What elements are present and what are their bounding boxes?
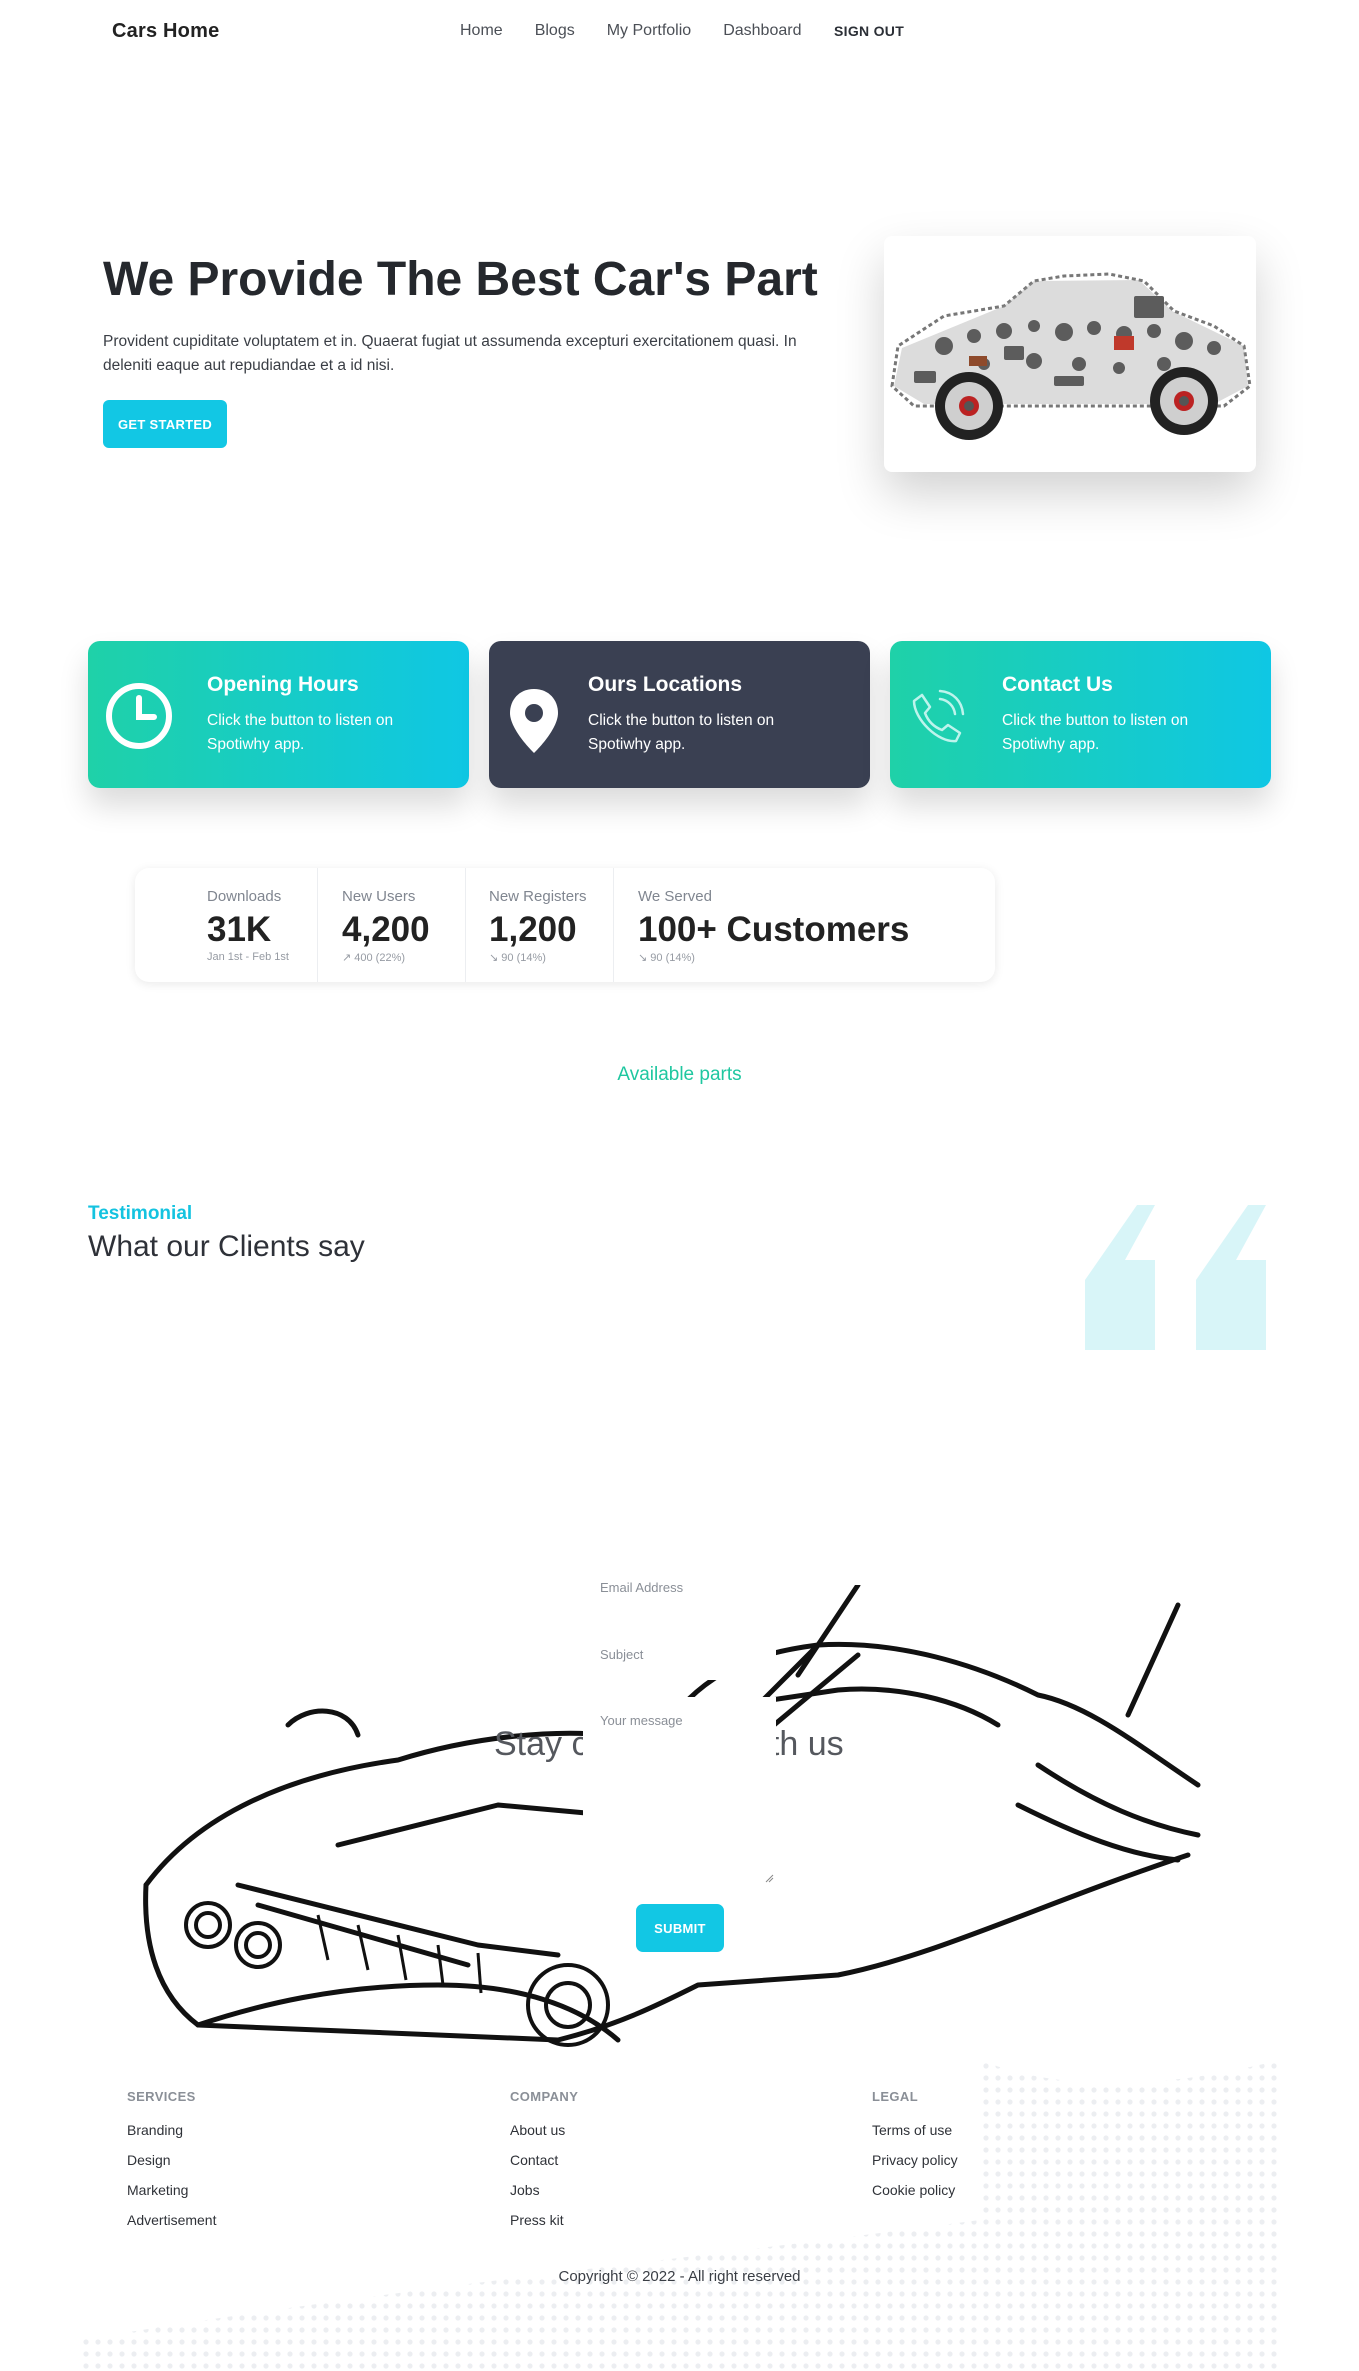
email-field-label[interactable]: Email Address [600, 1580, 683, 1595]
stat-label: New Users [342, 888, 416, 905]
map-pin-icon [510, 689, 558, 753]
footer-column-services: SERVICES Branding Design Marketing Adver… [127, 2089, 216, 2242]
stat-label: We Served [638, 888, 712, 905]
footer-link[interactable]: Jobs [510, 2182, 578, 2198]
footer-link[interactable]: About us [510, 2122, 578, 2138]
stat-divider [465, 868, 466, 982]
nav-link-home[interactable]: Home [460, 22, 503, 40]
quote-icon [1085, 1205, 1266, 1350]
stat-description: Jan 1st - Feb 1st [207, 951, 289, 963]
footer-heading: LEGAL [872, 2089, 919, 2104]
stat-label: New Registers [489, 888, 587, 905]
stat-divider [613, 868, 614, 982]
footer-column-company: COMPANY About us Contact Jobs Press kit [510, 2089, 578, 2242]
stats-panel: Downloads 31K Jan 1st - Feb 1st New User… [135, 868, 995, 982]
hero-description: Provident cupiditate voluptatem et in. Q… [103, 333, 797, 374]
hero-car-parts-image [884, 236, 1256, 472]
card-text: Click the button to listen on Spotiwhy a… [1002, 712, 1189, 753]
stat-description: ↗ 400 (22%) [342, 952, 406, 964]
footer-dot-pattern [80, 2060, 1280, 2371]
car-parts-illustration [890, 272, 1252, 440]
stat-value: 4,200 [342, 910, 430, 949]
submit-button[interactable]: SUBMIT [636, 1904, 724, 1952]
footer-link[interactable]: Advertisement [127, 2212, 216, 2228]
hero-title: We Provide The Best Car's Part [103, 253, 818, 306]
resize-handle-icon[interactable] [765, 1874, 774, 1883]
available-parts-link[interactable]: Available parts [0, 1064, 1359, 1086]
nav-link-portfolio[interactable]: My Portfolio [607, 22, 691, 40]
nav-link-dashboard[interactable]: Dashboard [723, 22, 801, 40]
footer-link[interactable]: Cookie policy [872, 2182, 958, 2198]
footer-heading: COMPANY [510, 2089, 579, 2104]
stat-value: 31K [207, 910, 272, 949]
footer-link[interactable]: Press kit [510, 2212, 578, 2228]
card-locations[interactable]: Ours Locations Click the button to liste… [489, 641, 870, 788]
footer-link[interactable]: Terms of use [872, 2122, 958, 2138]
stat-description: ↘ 90 (14%) [638, 952, 695, 964]
footer-link[interactable]: Design [127, 2152, 216, 2168]
nav-link-blogs[interactable]: Blogs [535, 22, 575, 40]
subject-field-label: Subject [600, 1647, 644, 1662]
card-title: Ours Locations [588, 673, 743, 696]
copyright-text: Copyright © 2022 - All right reserved [558, 2268, 801, 2285]
clock-icon [106, 683, 172, 749]
message-field-label: Your message [600, 1713, 683, 1728]
testimonial-title: What our Clients say [88, 1230, 365, 1263]
footer-link[interactable]: Privacy policy [872, 2152, 958, 2168]
footer-link[interactable]: Marketing [127, 2182, 216, 2198]
card-text: Click the button to listen on Spotiwhy a… [207, 712, 394, 753]
card-opening-hours[interactable]: Opening Hours Click the button to listen… [88, 641, 469, 788]
get-started-button[interactable]: GET STARTED [103, 400, 227, 448]
card-contact-us[interactable]: Contact Us Click the button to listen on… [890, 641, 1271, 788]
sign-out-button[interactable]: SIGN OUT [834, 23, 904, 39]
phone-icon [912, 689, 965, 743]
footer-link[interactable]: Branding [127, 2122, 216, 2138]
main-nav: Home Blogs My Portfolio Dashboard [460, 22, 833, 40]
stat-value: 100+ Customers [638, 910, 910, 949]
card-title: Contact Us [1002, 673, 1113, 696]
brand-logo[interactable]: Cars Home [112, 20, 219, 43]
stat-value: 1,200 [489, 910, 577, 949]
stat-label: Downloads [207, 888, 282, 905]
stat-description: ↘ 90 (14%) [489, 952, 546, 964]
card-title: Opening Hours [207, 673, 359, 696]
footer-link[interactable]: Contact [510, 2152, 578, 2168]
footer-column-legal: LEGAL Terms of use Privacy policy Cookie… [872, 2089, 958, 2212]
stat-divider [317, 868, 318, 982]
footer-heading: SERVICES [127, 2089, 196, 2104]
card-text: Click the button to listen on Spotiwhy a… [588, 712, 775, 753]
testimonial-eyebrow: Testimonial [88, 1203, 193, 1224]
